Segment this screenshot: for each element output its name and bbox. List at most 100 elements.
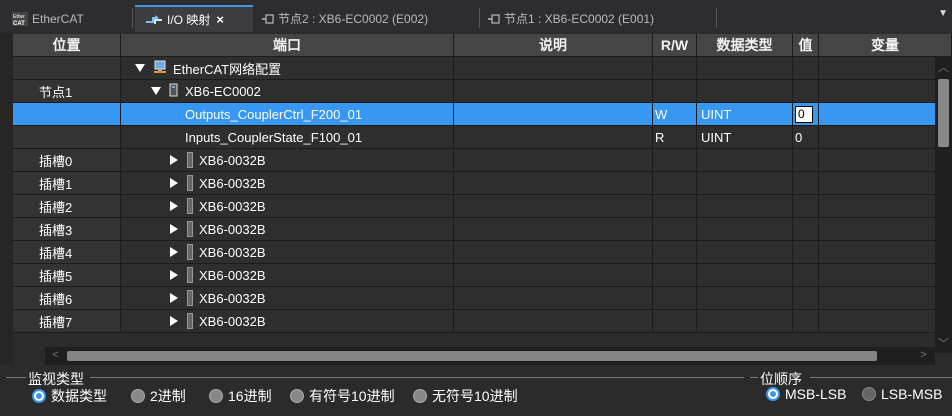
value-cell[interactable]: 0 <box>793 126 819 148</box>
expand-arrow-icon[interactable] <box>167 155 181 165</box>
radio-selected-icon[interactable] <box>32 389 46 403</box>
radio-datatype[interactable]: 数据类型 <box>32 386 107 406</box>
table-row-selected[interactable]: Outputs_CouplerCtrl_F200_01 W UINT <box>13 103 952 126</box>
scroll-down-icon[interactable]: ﹀ <box>935 335 952 351</box>
variable-cell[interactable] <box>819 126 952 148</box>
table-row[interactable]: 插槽0 XB6-0032B <box>13 149 952 172</box>
description-cell[interactable] <box>454 103 653 125</box>
radio-lsb-msb[interactable]: LSB-MSB <box>862 386 942 402</box>
col-header-variable[interactable]: 变量 <box>819 34 952 56</box>
scroll-right-icon[interactable]: > <box>915 349 932 361</box>
scroll-left-icon[interactable]: < <box>47 349 64 361</box>
value-cell[interactable] <box>793 149 819 171</box>
value-cell[interactable] <box>793 241 819 263</box>
value-cell[interactable] <box>793 310 819 332</box>
tab-node1[interactable]: 节点1 : XB6-EC0002 (E001) <box>484 5 714 32</box>
description-cell[interactable] <box>454 218 653 240</box>
module-icon <box>187 175 193 191</box>
description-cell[interactable] <box>454 149 653 171</box>
radio-hex[interactable]: 16进制 <box>209 386 272 406</box>
value-cell[interactable] <box>793 287 819 309</box>
radio-selected-icon[interactable] <box>766 387 780 401</box>
col-header-value[interactable]: 值 <box>793 34 819 56</box>
expand-arrow-icon[interactable] <box>167 178 181 188</box>
value-cell[interactable] <box>793 264 819 286</box>
collapse-arrow-icon[interactable] <box>149 87 163 95</box>
table-row[interactable]: 插槽7 XB6-0032B <box>13 310 952 333</box>
value-cell[interactable] <box>793 172 819 194</box>
variable-cell[interactable] <box>819 287 952 309</box>
expand-arrow-icon[interactable] <box>167 293 181 303</box>
vertical-scrollbar[interactable]: ︿ ﹀ <box>935 57 952 353</box>
col-header-port[interactable]: 端口 <box>121 34 454 56</box>
variable-cell[interactable] <box>819 264 952 286</box>
col-header-rw[interactable]: R/W <box>653 34 697 56</box>
expand-arrow-icon[interactable] <box>167 201 181 211</box>
table-row[interactable]: 插槽5 XB6-0032B <box>13 264 952 287</box>
table-row[interactable]: 插槽4 XB6-0032B <box>13 241 952 264</box>
expand-arrow-icon[interactable] <box>167 316 181 326</box>
variable-cell[interactable] <box>819 241 952 263</box>
variable-cell[interactable] <box>819 57 952 79</box>
description-cell[interactable] <box>454 80 653 102</box>
radio-unselected-icon[interactable] <box>209 389 223 403</box>
radio-unsigned-decimal[interactable]: 无符号10进制 <box>413 386 518 406</box>
variable-cell[interactable] <box>819 218 952 240</box>
description-cell[interactable] <box>454 172 653 194</box>
table-row[interactable]: 插槽3 XB6-0032B <box>13 218 952 241</box>
col-header-datatype[interactable]: 数据类型 <box>697 34 793 56</box>
expand-arrow-icon[interactable] <box>167 247 181 257</box>
description-cell[interactable] <box>454 310 653 332</box>
tab-io-map[interactable]: I/O 映射 × <box>135 5 253 32</box>
description-cell[interactable] <box>454 57 653 79</box>
close-icon[interactable]: × <box>216 12 224 27</box>
description-cell[interactable] <box>454 195 653 217</box>
radio-unselected-icon[interactable] <box>413 389 427 403</box>
radio-unselected-icon[interactable] <box>290 389 304 403</box>
variable-cell[interactable] <box>819 310 952 332</box>
value-cell[interactable] <box>793 218 819 240</box>
value-cell[interactable] <box>793 80 819 102</box>
tab-ethercat[interactable]: Ether CAT EtherCAT <box>8 5 128 32</box>
radio-unselected-icon[interactable] <box>862 387 876 401</box>
table-row[interactable]: 插槽6 XB6-0032B <box>13 287 952 310</box>
variable-cell[interactable] <box>819 195 952 217</box>
radio-unselected-icon[interactable] <box>131 389 145 403</box>
scroll-up-icon[interactable]: ︿ <box>935 59 952 75</box>
variable-cell[interactable] <box>819 103 952 125</box>
expand-arrow-icon[interactable] <box>167 224 181 234</box>
expand-arrow-icon[interactable] <box>167 270 181 280</box>
variable-cell[interactable] <box>819 172 952 194</box>
table-row[interactable]: 插槽1 XB6-0032B <box>13 172 952 195</box>
value-cell[interactable] <box>793 195 819 217</box>
variable-cell[interactable] <box>819 80 952 102</box>
radio-binary[interactable]: 2进制 <box>131 386 186 406</box>
group-border <box>90 377 744 378</box>
col-header-description[interactable]: 说明 <box>454 34 653 56</box>
table-row[interactable]: 节点1 XB6-EC0002 <box>13 80 952 103</box>
position-cell: 插槽5 <box>13 264 121 286</box>
horizontal-scroll-thumb[interactable] <box>67 351 877 361</box>
radio-label: 无符号10进制 <box>432 388 518 404</box>
description-cell[interactable] <box>454 264 653 286</box>
radio-signed-decimal[interactable]: 有符号10进制 <box>290 386 395 406</box>
variable-cell[interactable] <box>819 149 952 171</box>
table-row[interactable]: 插槽2 XB6-0032B <box>13 195 952 218</box>
vertical-scroll-thumb[interactable] <box>938 79 949 147</box>
position-cell: 插槽6 <box>13 287 121 309</box>
col-header-position[interactable]: 位置 <box>13 34 121 56</box>
value-cell[interactable] <box>793 57 819 79</box>
port-label: XB6-0032B <box>199 290 266 306</box>
tab-node2[interactable]: 节点2 : XB6-EC0002 (E002) <box>258 5 476 32</box>
description-cell[interactable] <box>454 287 653 309</box>
tab-overflow-icon[interactable]: ▼ <box>938 8 948 19</box>
table-row[interactable]: EtherCAT网络配置 <box>13 57 952 80</box>
description-cell[interactable] <box>454 126 653 148</box>
table-row[interactable]: Inputs_CouplerState_F100_01 R UINT 0 <box>13 126 952 149</box>
value-cell[interactable] <box>793 103 819 125</box>
collapse-arrow-icon[interactable] <box>133 64 147 72</box>
description-cell[interactable] <box>454 241 653 263</box>
horizontal-scrollbar[interactable]: < > <box>45 347 935 365</box>
radio-msb-lsb[interactable]: MSB-LSB <box>766 386 846 402</box>
value-input[interactable] <box>795 105 813 123</box>
